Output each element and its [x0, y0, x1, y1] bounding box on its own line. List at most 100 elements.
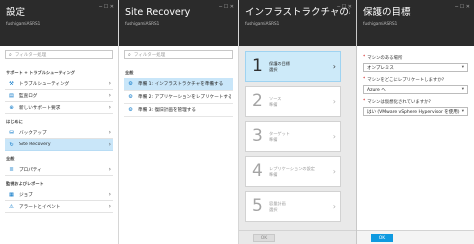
gear-icon: ⚙: [128, 94, 133, 100]
target-select[interactable]: Azure へ ▾: [363, 85, 468, 94]
step-card-status: 準備: [269, 136, 278, 142]
step-number: 2: [252, 91, 263, 111]
prepare-subtitle: fushigamiASRS1: [245, 21, 280, 26]
backup-icon: ⛁: [9, 129, 14, 136]
step-item-label: 準備 1: インフラストラクチャを準備する: [138, 82, 224, 87]
step-number: 4: [252, 161, 263, 181]
goal-subtitle: fushigamiASRS1: [363, 21, 398, 26]
settings-item[interactable]: ▦ ジョブ ›: [5, 189, 113, 201]
settings-item[interactable]: ≣ プロパティ ›: [5, 164, 113, 176]
search-placeholder: フィルター処理: [14, 52, 47, 58]
settings-item[interactable]: ▤ 監査ログ ›: [5, 90, 113, 102]
properties-icon: ≣: [9, 166, 14, 173]
settings-item-label: ジョブ: [19, 192, 33, 198]
chevron-down-icon: ▾: [461, 65, 464, 70]
section-header: サポート + トラブルシューティング: [6, 70, 75, 75]
settings-item-label: 監査ログ: [19, 93, 38, 99]
prepare-footer: OK: [239, 230, 356, 244]
search-icon: ⌕: [128, 51, 131, 58]
alert-icon: ⚠: [9, 203, 14, 210]
step-card[interactable]: 3 ターゲット 準備 ›: [245, 121, 341, 152]
question-virtualized: * マシンは仮想化されていますか?: [363, 99, 468, 105]
section-header: 全般: [125, 70, 134, 75]
step-number: 1: [252, 56, 263, 76]
step-item[interactable]: ⚙ 準備 1: インフラストラクチャを準備する: [124, 78, 233, 91]
steps-menu: ⚙ 準備 1: インフラストラクチャを準備する ⚙ 準備 2: アプリケーションをレプ…: [119, 78, 238, 117]
site-recovery-title: Site Recovery: [125, 7, 191, 18]
settings-blade: ─ ☐ ✕ 設定 fushigamiASRS1 ⌕ フィルター処理 サポート +…: [0, 0, 119, 244]
chevron-down-icon: ▾: [461, 109, 464, 114]
settings-search-input[interactable]: ⌕ フィルター処理: [5, 50, 113, 59]
window-controls[interactable]: ─ ☐ ✕: [455, 4, 470, 10]
question-location: * マシンのある場所: [363, 55, 468, 61]
prepare-infrastructure-blade: ─ ☐ ✕ インフラストラクチャの準備 fushigamiASRS1 1 保護の目…: [239, 0, 357, 244]
select-value: Azure へ: [367, 87, 386, 93]
chevron-right-icon: ›: [332, 132, 336, 141]
settings-header: ─ ☐ ✕ 設定 fushigamiASRS1: [0, 0, 118, 46]
settings-menu: サポート + トラブルシューティング ⚒ トラブルシューティング › ▤ 監査ログ › ⊕ 新し…: [0, 65, 118, 213]
required-mark: *: [363, 99, 366, 104]
chevron-down-icon: ▾: [461, 87, 464, 92]
settings-subtitle: fushigamiASRS1: [6, 21, 41, 26]
section-header: はじめに: [6, 119, 23, 124]
goal-title: 保護の目標: [363, 7, 411, 18]
question-target: * マシンをどこにレプリケートしますか?: [363, 77, 468, 83]
window-controls[interactable]: ─ ☐ ✕: [99, 4, 114, 10]
window-controls[interactable]: ─ ☐ ✕: [337, 4, 352, 10]
step-card-text: ソース 準備: [269, 96, 340, 107]
settings-item[interactable]: ↻ Site Recovery ›: [5, 139, 113, 151]
section-header: 全般: [6, 156, 15, 161]
step-number: 5: [252, 196, 263, 216]
step-item[interactable]: ⚙ 準備 2: アプリケーションをレプリケートする: [124, 91, 233, 104]
site-recovery-search-input[interactable]: ⌕ フィルター処理: [124, 50, 233, 59]
step-item-label: 準備 3: 復旧計画を管理する: [138, 108, 196, 113]
settings-item-label: アラートとイベント: [19, 204, 61, 210]
step-item-label: 準備 2: アプリケーションをレプリケートする: [138, 95, 231, 100]
settings-item[interactable]: ⚒ トラブルシューティング ›: [5, 78, 113, 90]
window-controls[interactable]: ─ ☐ ✕: [219, 4, 234, 10]
settings-item[interactable]: ⛁ バックアップ ›: [5, 127, 113, 139]
section-header: 監視およびレポート: [6, 181, 44, 186]
chevron-right-icon: ›: [108, 80, 111, 87]
settings-item[interactable]: ⚠ アラートとイベント ›: [5, 201, 113, 213]
step-card[interactable]: 1 保護の目標 選択 ›: [245, 51, 341, 82]
gear-icon: ⚙: [128, 81, 133, 87]
virtualized-select[interactable]: はい (VMware vSphere Hypervisor を使用) ▾: [363, 107, 468, 116]
question-label: マシンは仮想化されていますか?: [367, 100, 431, 105]
step-card[interactable]: 5 容量計画 選択 ›: [245, 191, 341, 222]
step-item[interactable]: ⚙ 準備 3: 復旧計画を管理する: [124, 104, 233, 117]
protection-goal-blade: ─ ☐ ✕ 保護の目標 fushigamiASRS1 * マシンのある場所 オン…: [357, 0, 474, 244]
chevron-right-icon: ›: [108, 191, 111, 198]
settings-item-label: 新しいサポート要求: [19, 105, 61, 111]
step-card-text: 保護の目標 選択: [269, 61, 340, 72]
ok-button[interactable]: OK: [371, 234, 393, 242]
prepare-header: ─ ☐ ✕ インフラストラクチャの準備 fushigamiASRS1: [239, 0, 356, 46]
settings-item-label: トラブルシューティング: [19, 81, 70, 87]
step-card-text: レプリケーションの設定 準備: [269, 166, 340, 177]
chevron-right-icon: ›: [108, 129, 111, 136]
chevron-right-icon: ›: [108, 141, 111, 148]
settings-item-label: バックアップ: [19, 130, 47, 136]
chevron-right-icon: ›: [332, 167, 336, 176]
chevron-right-icon: ›: [108, 92, 111, 99]
select-value: はい (VMware vSphere Hypervisor を使用): [367, 109, 460, 115]
step-card-text: ターゲット 準備: [269, 131, 340, 142]
site-recovery-icon: ↻: [9, 141, 14, 148]
required-mark: *: [363, 77, 366, 82]
settings-item-label: Site Recovery: [19, 142, 51, 147]
location-select[interactable]: オンプレミス ▾: [363, 63, 468, 72]
chevron-right-icon: ›: [108, 104, 111, 111]
search-placeholder: フィルター処理: [133, 52, 166, 58]
settings-item[interactable]: ⊕ 新しいサポート要求 ›: [5, 102, 113, 114]
step-card-status: 選択: [269, 66, 278, 72]
step-card[interactable]: 4 レプリケーションの設定 準備 ›: [245, 156, 341, 187]
goal-footer: OK: [357, 230, 474, 244]
step-card-status: 準備: [269, 101, 278, 107]
ok-button[interactable]: OK: [253, 234, 275, 242]
required-mark: *: [363, 55, 366, 60]
site-recovery-subtitle: fushigamiASRS1: [125, 21, 160, 26]
step-number: 3: [252, 126, 263, 146]
step-card[interactable]: 2 ソース 準備 ›: [245, 86, 341, 117]
select-value: オンプレミス: [367, 65, 394, 71]
question-label: マシンのある場所: [367, 56, 403, 61]
